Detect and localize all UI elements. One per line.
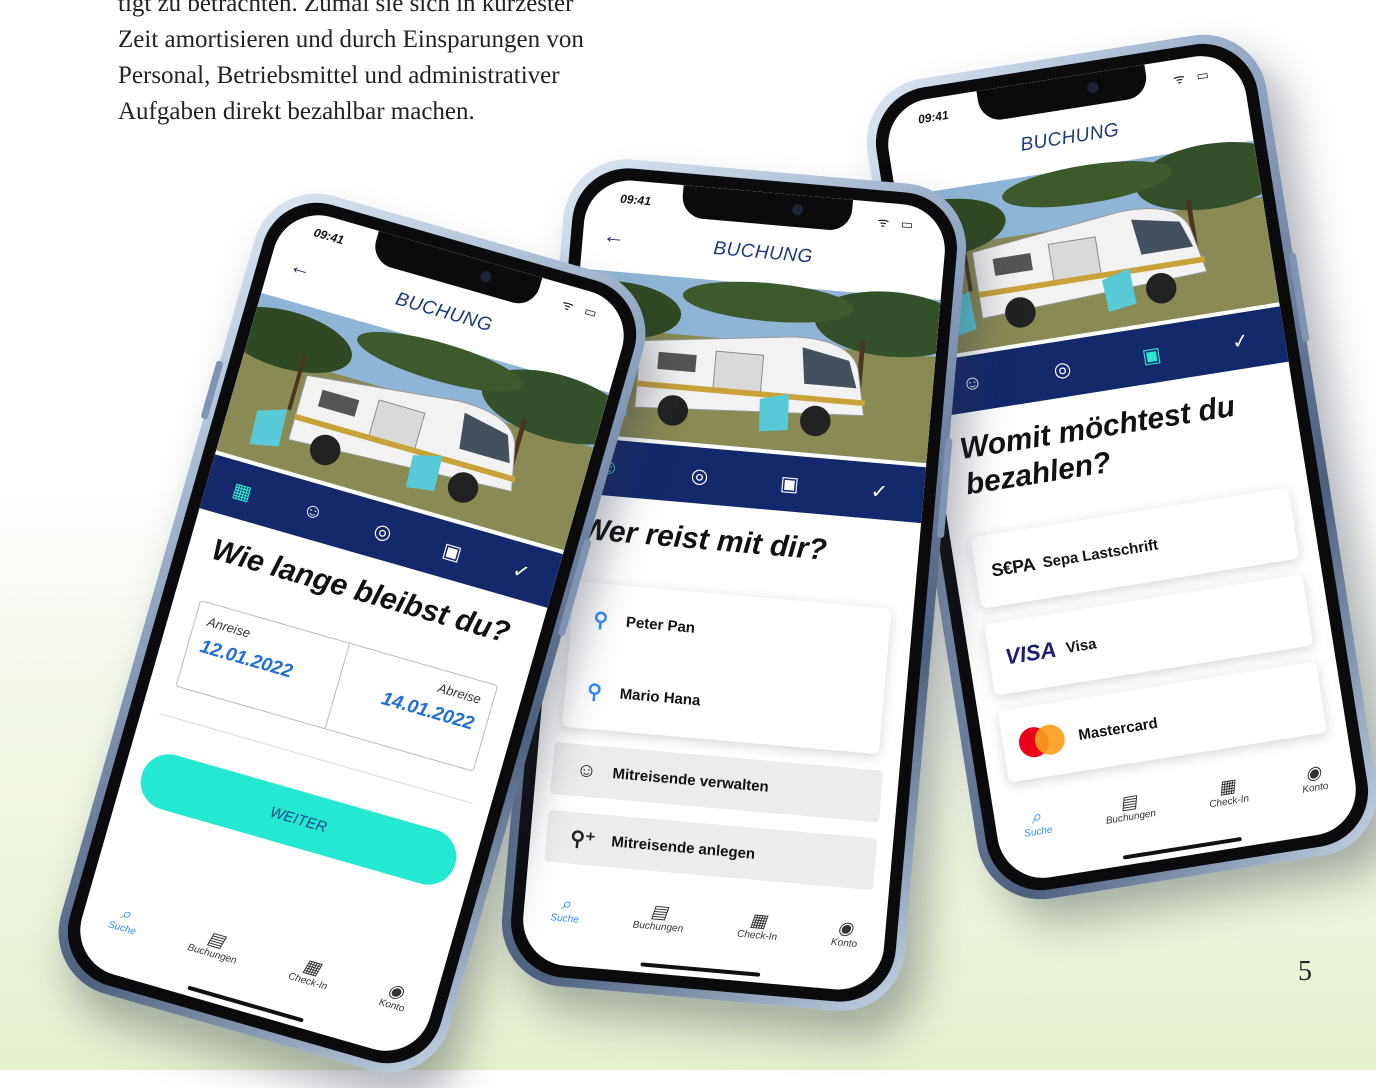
wifi-battery-icon: ᯤ ▭: [876, 214, 918, 233]
user-circle-icon: ◉: [1303, 761, 1323, 784]
visa-label: Visa: [1064, 634, 1098, 657]
intro-line: Zeit amortisieren und durch Einsparungen…: [118, 26, 584, 53]
group-icon: ☺: [575, 758, 598, 783]
search-icon: ⌕: [118, 902, 134, 925]
nav-account-label: Konto: [830, 936, 858, 951]
confirm-step-icon[interactable]: ✓: [1230, 327, 1250, 354]
intro-paragraph: tigt zu betrachten. Zumal sie sich in kü…: [118, 0, 718, 130]
wifi-battery-icon: ᯤ ▭: [1172, 66, 1214, 88]
nav-checkin-label: Check-In: [1208, 793, 1250, 811]
travelers-list: ⚲ Peter Pan ⚲ Mario Hana: [562, 581, 892, 755]
nav-search[interactable]: ⌕ Suche: [1020, 805, 1054, 840]
arrival-field[interactable]: Anreise 12.01.2022: [177, 601, 349, 728]
traveler-name: Peter Pan: [625, 613, 696, 637]
sepa-label: Sepa Lastschrift: [1041, 535, 1160, 571]
phone-screen: 09:41 ᯤ ▭ BUCHUNG ☺ ◎ ▣ ✓ Womit möchtest…: [881, 49, 1363, 885]
status-time: 09:41: [917, 107, 950, 127]
nav-account[interactable]: ◉ Konto: [830, 917, 859, 950]
notch: [976, 64, 1150, 123]
page-number: 5: [1298, 956, 1312, 987]
location-step-icon[interactable]: ◎: [371, 517, 395, 546]
nav-account[interactable]: ◉ Konto: [378, 978, 412, 1015]
travelers-step-icon[interactable]: ☺: [960, 370, 984, 396]
sepa-logo: S€PA: [989, 553, 1037, 581]
camera: [791, 203, 804, 216]
add-person-icon: ⚲⁺: [569, 827, 597, 852]
intro-line: Aufgaben direkt bezahlbar machen.: [118, 98, 475, 125]
location-step-icon[interactable]: ◎: [1052, 355, 1073, 382]
payment-step-icon[interactable]: ▣: [779, 470, 800, 497]
confirm-step-icon[interactable]: ✓: [870, 478, 889, 504]
visa-logo: VISA: [1003, 636, 1058, 670]
nav-search[interactable]: ⌕ Suche: [549, 892, 581, 926]
qr-code-icon: ▦: [1216, 775, 1237, 798]
payment-step-icon[interactable]: ▣: [440, 537, 465, 566]
nav-bookings-label: Buchungen: [1105, 808, 1157, 827]
mastercard-logo-icon: [1016, 722, 1067, 760]
status-time: 09:41: [619, 191, 652, 209]
search-icon: ⌕: [559, 893, 572, 914]
bottom-nav: ⌕ Suche ▤ Buchungen ▦ Check-In ◉ Konto: [519, 880, 887, 993]
travelers-heading: Wer reist mit dir?: [579, 512, 828, 567]
add-traveler-button[interactable]: ⚲⁺ Mitreisende anlegen: [544, 809, 878, 891]
calendar-step-icon[interactable]: ▦: [230, 477, 255, 506]
clipboard-icon: ▤: [1118, 790, 1139, 814]
camera: [479, 269, 493, 284]
nav-search-label: Suche: [106, 919, 138, 938]
wifi-battery-icon: ᯤ ▭: [560, 296, 603, 322]
nav-account[interactable]: ◉ Konto: [1299, 761, 1330, 796]
nav-bookings[interactable]: ▤ Buchungen: [186, 923, 243, 966]
person-icon: ⚲: [586, 680, 603, 704]
person-icon: ⚲: [592, 608, 610, 632]
manage-travelers-button[interactable]: ☺ Mitreisende verwalten: [550, 741, 884, 823]
intro-line: tigt zu betrachten. Zumal sie sich in kü…: [118, 0, 574, 17]
nav-checkin[interactable]: ▦ Check-In: [287, 952, 334, 993]
clipboard-icon: ▤: [649, 901, 669, 923]
travelers-step-icon[interactable]: ☺: [300, 498, 326, 526]
nav-bookings[interactable]: ▤ Buchungen: [632, 900, 685, 935]
nav-checkin-label: Check-In: [736, 928, 778, 944]
mastercard-label: Mastercard: [1077, 714, 1159, 744]
user-circle-icon: ◉: [836, 917, 855, 939]
nav-search-label: Suche: [1023, 824, 1054, 840]
nav-checkin[interactable]: ▦ Check-In: [737, 909, 780, 943]
add-traveler-label: Mitreisende anlegen: [610, 832, 756, 863]
confirm-step-icon[interactable]: ✓: [510, 557, 533, 586]
status-time: 09:41: [312, 225, 346, 248]
nav-search[interactable]: ⌕ Suche: [107, 900, 143, 938]
location-step-icon[interactable]: ◎: [690, 462, 710, 488]
bottom-nav: ⌕ Suche ▤ Buchungen ▦ Check-In ◉ Konto: [69, 883, 440, 1062]
continue-button[interactable]: WEITER: [134, 747, 463, 892]
manage-travelers-label: Mitreisende verwalten: [611, 764, 770, 796]
nav-search-label: Suche: [549, 912, 580, 926]
nav-checkin[interactable]: ▦ Check-In: [1205, 774, 1250, 811]
departure-field[interactable]: Abreise 14.01.2022: [324, 643, 498, 771]
camera: [1086, 81, 1100, 94]
intro-line: Personal, Betriebsmittel und administrat…: [118, 62, 560, 89]
qr-code-icon: ▦: [749, 909, 768, 932]
nav-bookings-label: Buchungen: [632, 919, 684, 935]
search-icon: ⌕: [1029, 806, 1043, 828]
traveler-name: Mario Hana: [619, 684, 702, 709]
payment-step-icon[interactable]: ▣: [1140, 341, 1163, 369]
notch: [680, 185, 854, 232]
nav-bookings[interactable]: ▤ Buchungen: [1102, 788, 1157, 827]
